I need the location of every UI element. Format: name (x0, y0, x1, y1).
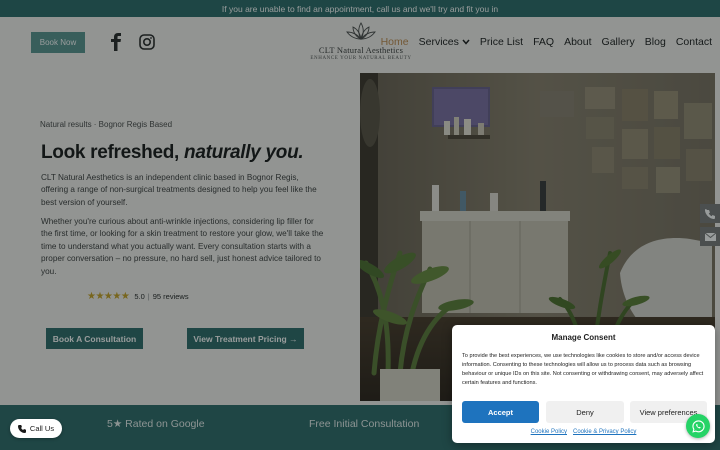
trust-google-rating: 5★ Rated on Google (107, 418, 205, 430)
side-contact-tabs (700, 204, 720, 250)
rating-count: 95 reviews (152, 292, 189, 301)
phone-icon (705, 208, 715, 219)
site-header: Book Now CLT Natural Aesthetics ENHANCE … (0, 17, 720, 73)
consent-title: Manage Consent (551, 333, 616, 342)
hero-eyebrow: Natural results · Bognor Regis Based (40, 120, 173, 129)
call-us-label: Call Us (29, 424, 55, 433)
nav-contact[interactable]: Contact (676, 36, 712, 48)
announcement-text: If you are unable to find an appointment… (221, 3, 499, 14)
hero-headline: Look refreshed, naturally you. (41, 142, 304, 164)
nav-services-label: Services (418, 36, 459, 48)
nav-about[interactable]: About (564, 36, 591, 48)
instagram-icon[interactable] (139, 34, 155, 50)
privacy-policy-link[interactable]: Cookie & Privacy Policy (573, 429, 636, 435)
trust-free-consultation: Free Initial Consultation (309, 418, 420, 430)
headline-italic: naturally you. (184, 142, 304, 163)
logo-tagline: ENHANCE YOUR NATURAL BEAUTY (310, 56, 412, 61)
facebook-icon[interactable] (109, 33, 123, 51)
email-icon (704, 232, 716, 241)
nav-faq[interactable]: FAQ (533, 36, 554, 48)
rating-value: 5.0 (134, 292, 145, 301)
rating-separator: | (147, 292, 150, 301)
phone-icon (17, 424, 26, 433)
nav-gallery[interactable]: Gallery (602, 36, 635, 48)
announcement-bar: If you are unable to find an appointment… (0, 0, 720, 17)
google-rating: ★★★★★ 5.0 | 95 reviews (87, 291, 189, 302)
nav-price-list[interactable]: Price List (480, 36, 523, 48)
view-pricing-button[interactable]: View Treatment Pricing → (187, 328, 304, 349)
deny-button[interactable]: Deny (546, 401, 624, 423)
cookie-consent-dialog: Manage Consent To provide the best exper… (452, 325, 715, 443)
chevron-down-icon (462, 39, 470, 45)
star-rating-icon: ★★★★★ (87, 291, 130, 302)
accept-button[interactable]: Accept (462, 401, 539, 423)
main-nav: Home Services Price List FAQ About Galle… (371, 36, 712, 48)
nav-home[interactable]: Home (381, 36, 409, 48)
consent-body: To provide the best experiences, we use … (462, 353, 704, 386)
side-phone-tab[interactable] (700, 204, 720, 223)
hero-intro-paragraph: CLT Natural Aesthetics is an independent… (41, 173, 317, 207)
side-email-tab[interactable] (700, 227, 720, 246)
call-us-button[interactable]: Call Us (10, 419, 62, 438)
nav-services[interactable]: Services (419, 36, 470, 48)
headline-plain: Look refreshed, (41, 142, 185, 163)
hero-detail-paragraph: Whether you're curious about anti-wrinkl… (41, 217, 324, 276)
whatsapp-icon (691, 419, 705, 433)
cookie-policy-link[interactable]: Cookie Policy (531, 429, 567, 435)
whatsapp-button[interactable] (686, 414, 710, 438)
book-consultation-button[interactable]: Book A Consultation (46, 328, 143, 349)
hero-eyebrow-wrap: Natural results · Bognor Regis Based (40, 120, 330, 129)
nav-blog[interactable]: Blog (645, 36, 666, 48)
book-now-button[interactable]: Book Now (31, 32, 85, 53)
consent-links: Cookie Policy Cookie & Privacy Policy (452, 429, 715, 435)
